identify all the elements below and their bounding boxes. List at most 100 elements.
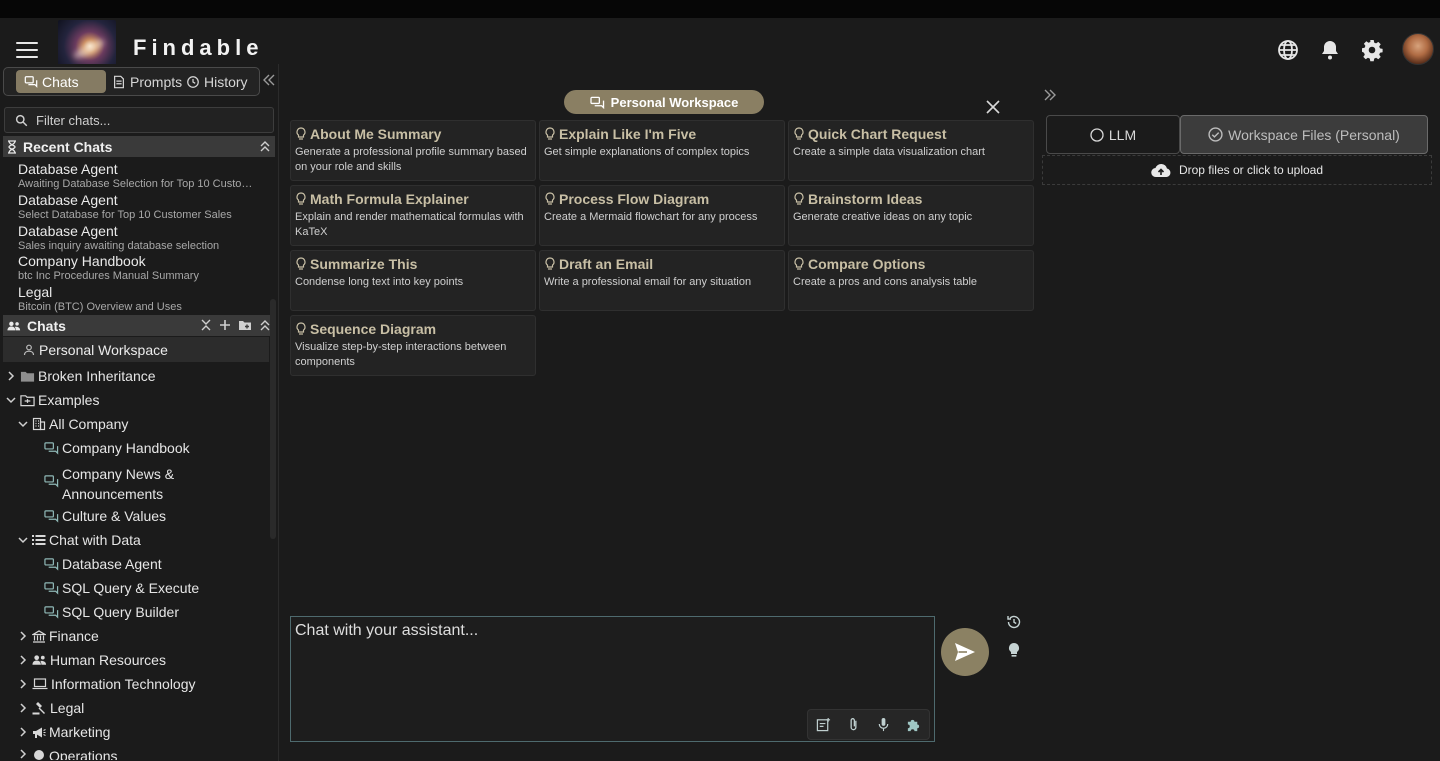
tree-chat-culture-values[interactable]: Culture & Values — [44, 508, 166, 524]
chats-section-header[interactable]: Chats — [3, 315, 275, 336]
tab-history[interactable]: History — [178, 70, 258, 93]
recent-chats-title: Recent Chats — [23, 138, 113, 155]
prompt-card-description: Get simple explanations of complex topic… — [544, 146, 750, 158]
tree-folder-operations[interactable]: Operations — [17, 748, 117, 760]
chats-icon — [590, 96, 604, 109]
add-note-icon[interactable] — [816, 717, 831, 732]
recent-chat-item[interactable]: Legal Bitcoin (BTC) Overview and Uses — [18, 284, 268, 314]
workspace-pill[interactable]: Personal Workspace — [564, 90, 764, 114]
brand-name: Findable — [133, 35, 264, 60]
prompt-card-title-row: Explain Like I'm Five — [544, 125, 780, 143]
prompt-card-title-row: Quick Chart Request — [793, 125, 1029, 143]
send-button[interactable] — [941, 628, 989, 676]
tab-llm[interactable]: LLM — [1046, 115, 1180, 154]
tree-folder-marketing[interactable]: Marketing — [17, 724, 110, 740]
prompt-card-title: About Me Summary — [310, 126, 442, 142]
prompt-card-title-row: Process Flow Diagram — [544, 190, 780, 208]
tree-folder-examples[interactable]: Examples — [5, 392, 99, 408]
sidebar-scrollbar[interactable] — [270, 299, 276, 539]
dropzone-label: Drop files or click to upload — [1178, 163, 1324, 177]
recent-chat-title: Database Agent — [18, 161, 118, 177]
laptop-icon — [32, 678, 48, 690]
menu-icon[interactable] — [16, 42, 38, 58]
tab-prompts[interactable]: Prompts — [104, 70, 184, 93]
prompt-card-title: Sequence Diagram — [310, 321, 437, 337]
prompt-card[interactable]: Sequence Diagram Visualize step-by-step i… — [290, 315, 536, 376]
lightbulb-icon[interactable] — [1006, 642, 1022, 658]
tree-chat-database-agent[interactable]: Database Agent — [44, 556, 162, 572]
check-circle-icon — [1208, 127, 1223, 142]
prompt-card[interactable]: Process Flow Diagram Create a Mermaid flo… — [539, 185, 785, 246]
prompt-card[interactable]: Explain Like I'm Five Get simple explanat… — [539, 120, 785, 181]
prompt-card-description: Visualize step-by-step interactions betw… — [295, 341, 507, 368]
building-icon — [32, 417, 46, 431]
recent-chat-subtitle: Select Database for Top 10 Customer Sale… — [18, 209, 232, 221]
search-icon — [15, 114, 28, 126]
globe-icon[interactable] — [1276, 38, 1300, 62]
prompt-card-title-row: Compare Options — [793, 255, 1029, 273]
prompt-card-title: Math Formula Explainer — [310, 191, 469, 207]
prompt-card[interactable]: Math Formula Explainer Explain and render… — [290, 185, 536, 246]
tree-folder-broken-inheritance[interactable]: Broken Inheritance — [5, 368, 156, 384]
prompt-card-title: Brainstorm Ideas — [808, 191, 923, 207]
users-icon — [32, 655, 47, 665]
close-icon[interactable] — [985, 99, 1001, 115]
tree-chat-sql-query-builder[interactable]: SQL Query Builder — [44, 604, 179, 620]
prompt-card[interactable]: Compare Options Create a pros and cons an… — [788, 250, 1034, 311]
tree-chat-company-handbook[interactable]: Company Handbook — [44, 440, 190, 456]
prompt-card[interactable]: Quick Chart Request Create a simple data … — [788, 120, 1034, 181]
personal-workspace-item[interactable]: Personal Workspace — [3, 337, 269, 362]
tree-label: Chat with Data — [49, 532, 141, 548]
chevron-down-icon — [18, 421, 28, 428]
recent-chat-item[interactable]: Company Handbook btc Inc Procedures Manu… — [18, 253, 268, 283]
filter-chats-input[interactable] — [36, 112, 256, 128]
microphone-icon[interactable] — [876, 717, 891, 732]
collapse-sidebar-icon[interactable] — [262, 72, 276, 88]
tree-folder-information-technology[interactable]: Information Technology — [17, 676, 196, 692]
cloud-upload-icon — [1151, 163, 1171, 177]
tab-workspace-files-label: Workspace Files (Personal) — [1228, 126, 1400, 143]
tree-chat-company-news[interactable]: Company News & Announcements — [44, 464, 244, 504]
tab-chats[interactable]: Chats — [16, 70, 106, 93]
tree-folder-all-company[interactable]: All Company — [17, 416, 128, 432]
recent-chat-item[interactable]: Database Agent Awaiting Database Selecti… — [18, 161, 268, 191]
recent-chat-item[interactable]: Database Agent Sales inquiry awaiting da… — [18, 223, 268, 253]
chat-bubbles-icon — [44, 442, 59, 455]
recent-chat-title: Database Agent — [18, 223, 118, 239]
megaphone-icon — [33, 727, 46, 738]
history-icon[interactable] — [1006, 614, 1022, 630]
puzzle-icon[interactable] — [906, 717, 921, 732]
tree-folder-human-resources[interactable]: Human Resources — [17, 652, 166, 668]
recent-chats-header[interactable]: Recent Chats — [3, 136, 275, 157]
prompt-card[interactable]: Summarize This Condense long text into ke… — [290, 250, 536, 311]
document-icon — [114, 75, 124, 88]
paperclip-icon[interactable] — [846, 717, 861, 732]
expand-panel-icon[interactable] — [1043, 88, 1057, 102]
tree-chat-sql-query-execute[interactable]: SQL Query & Execute — [44, 580, 199, 596]
collapse-up-icon[interactable] — [259, 139, 271, 153]
tree-folder-finance[interactable]: Finance — [17, 628, 99, 644]
prompt-card[interactable]: Brainstorm Ideas Generate creative ideas … — [788, 185, 1034, 246]
file-dropzone[interactable]: Drop files or click to upload — [1042, 155, 1432, 185]
prompt-card-title-row: Math Formula Explainer — [295, 190, 531, 208]
add-icon[interactable] — [219, 318, 231, 332]
gear-icon[interactable] — [1360, 38, 1384, 62]
folder-icon — [20, 371, 35, 382]
chevron-right-icon — [8, 371, 15, 381]
recent-chat-item[interactable]: Database Agent Select Database for Top 1… — [18, 192, 268, 222]
bell-icon[interactable] — [1318, 38, 1342, 62]
lightbulb-icon — [545, 192, 555, 205]
tree-folder-legal[interactable]: Legal — [17, 700, 84, 716]
user-avatar[interactable] — [1402, 33, 1434, 65]
new-folder-icon[interactable] — [238, 318, 252, 332]
prompt-card-description: Create a pros and cons analysis table — [793, 276, 978, 288]
collapse-all-icon[interactable] — [200, 318, 212, 332]
prompt-card-title: Explain Like I'm Five — [559, 126, 697, 142]
tree-folder-chat-with-data[interactable]: Chat with Data — [17, 532, 141, 548]
tab-workspace-files[interactable]: Workspace Files (Personal) — [1180, 115, 1428, 154]
prompt-card[interactable]: About Me Summary Generate a professional … — [290, 120, 536, 181]
recent-chat-title: Legal — [18, 284, 53, 300]
prompt-card[interactable]: Draft an Email Write a professional email… — [539, 250, 785, 311]
send-icon — [955, 643, 975, 661]
chat-input[interactable] — [295, 622, 925, 702]
